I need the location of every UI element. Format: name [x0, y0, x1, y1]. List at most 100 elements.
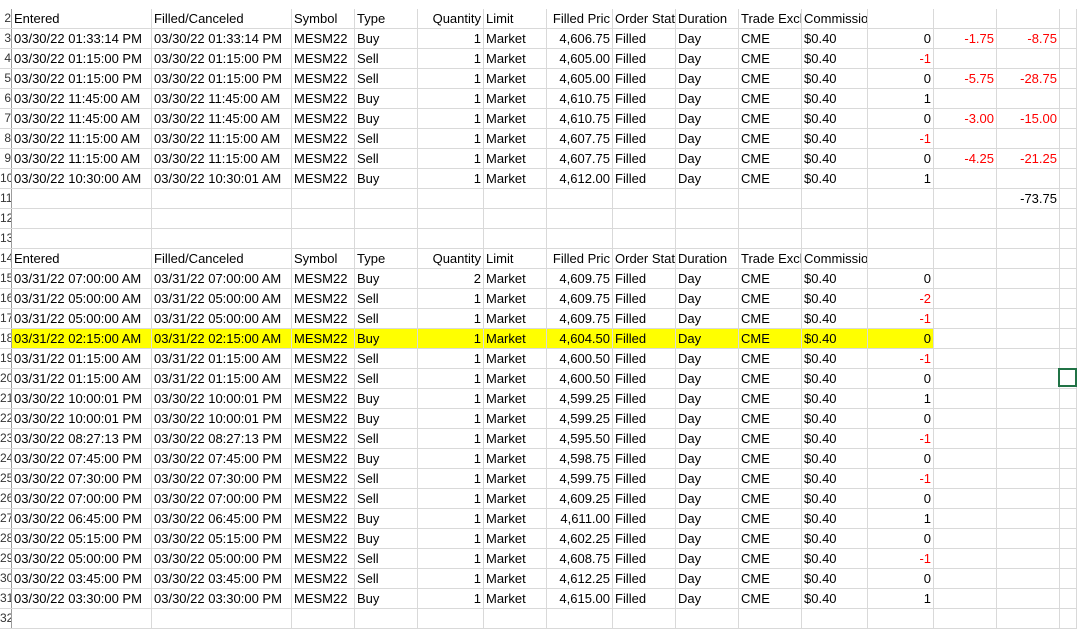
- duration-cell[interactable]: Day: [676, 89, 739, 108]
- row-number[interactable]: 23: [0, 429, 12, 448]
- duration-cell[interactable]: Day: [676, 509, 739, 528]
- comm-cell[interactable]: $0.40: [802, 169, 868, 188]
- usd-cell[interactable]: [997, 489, 1060, 508]
- type-cell[interactable]: Buy: [355, 29, 418, 48]
- duration-cell[interactable]: Day: [676, 549, 739, 568]
- exch-cell[interactable]: CME: [739, 369, 802, 388]
- comm-cell[interactable]: $0.40: [802, 569, 868, 588]
- extra-cell[interactable]: [1060, 69, 1077, 88]
- empty-cell[interactable]: [152, 229, 292, 248]
- status-cell[interactable]: Filled: [613, 149, 676, 168]
- extra-cell[interactable]: [1060, 489, 1077, 508]
- duration-cell[interactable]: Day: [676, 29, 739, 48]
- table-row[interactable]: 5 03/30/22 01:15:00 PM 03/30/22 01:15:00 P…: [0, 69, 1077, 89]
- exch-cell[interactable]: CME: [739, 389, 802, 408]
- entered-cell[interactable]: 03/30/22 01:33:14 PM: [12, 29, 152, 48]
- usd-cell[interactable]: -21.25: [997, 149, 1060, 168]
- table-row[interactable]: 2003/31/22 01:15:00 AM03/31/22 01:15:00 …: [0, 369, 1077, 389]
- duration-cell[interactable]: Day: [676, 349, 739, 368]
- empty-cell[interactable]: [739, 229, 802, 248]
- usd-cell[interactable]: [997, 549, 1060, 568]
- exch-cell[interactable]: CME: [739, 149, 802, 168]
- limit-cell[interactable]: Market: [484, 389, 547, 408]
- empty-cell[interactable]: [355, 209, 418, 228]
- limit-cell[interactable]: Market: [484, 529, 547, 548]
- status-cell[interactable]: Filled: [613, 489, 676, 508]
- usd-cell[interactable]: [997, 289, 1060, 308]
- type-cell[interactable]: Sell: [355, 369, 418, 388]
- header-pts[interactable]: [934, 9, 997, 28]
- empty-cell[interactable]: [355, 609, 418, 628]
- row-number[interactable]: 26: [0, 489, 12, 508]
- fprice-cell[interactable]: 4,609.75: [547, 269, 613, 288]
- pos-cell[interactable]: 1: [868, 169, 934, 188]
- table-row[interactable]: 3003/30/22 03:45:00 PM03/30/22 03:45:00 …: [0, 569, 1077, 589]
- header-duration[interactable]: Duration: [676, 9, 739, 28]
- pos-cell[interactable]: -1: [868, 349, 934, 368]
- pos-cell[interactable]: -1: [868, 429, 934, 448]
- exch-cell[interactable]: CME: [739, 309, 802, 328]
- comm-cell[interactable]: $0.40: [802, 69, 868, 88]
- usd-cell[interactable]: [997, 469, 1060, 488]
- header-limit[interactable]: Limit: [484, 9, 547, 28]
- row-number[interactable]: 14: [0, 249, 12, 268]
- type-cell[interactable]: Sell: [355, 49, 418, 68]
- header-type[interactable]: Type: [355, 249, 418, 268]
- duration-cell[interactable]: Day: [676, 409, 739, 428]
- duration-cell[interactable]: Day: [676, 109, 739, 128]
- exch-cell[interactable]: CME: [739, 349, 802, 368]
- entered-cell[interactable]: 03/30/22 03:45:00 PM: [12, 569, 152, 588]
- usd-cell[interactable]: [997, 349, 1060, 368]
- usd-cell[interactable]: [997, 309, 1060, 328]
- symbol-cell[interactable]: MESM22: [292, 549, 355, 568]
- pos-cell[interactable]: -1: [868, 129, 934, 148]
- duration-cell[interactable]: Day: [676, 129, 739, 148]
- empty-cell[interactable]: [613, 609, 676, 628]
- pts-cell[interactable]: [934, 469, 997, 488]
- filled-cell[interactable]: 03/30/22 01:15:00 PM: [152, 69, 292, 88]
- limit-cell[interactable]: Market: [484, 289, 547, 308]
- row-number[interactable]: 11: [0, 189, 12, 208]
- pos-cell[interactable]: 0: [868, 69, 934, 88]
- table-row[interactable]: 2303/30/22 08:27:13 PM03/30/22 08:27:13 …: [0, 429, 1077, 449]
- type-cell[interactable]: Sell: [355, 129, 418, 148]
- exch-cell[interactable]: CME: [739, 169, 802, 188]
- pos-cell[interactable]: 1: [868, 89, 934, 108]
- type-cell[interactable]: Buy: [355, 449, 418, 468]
- header-entered[interactable]: Entered: [12, 249, 152, 268]
- header-limit[interactable]: Limit: [484, 249, 547, 268]
- pts-cell[interactable]: [934, 449, 997, 468]
- pos-cell[interactable]: -1: [868, 549, 934, 568]
- limit-cell[interactable]: Market: [484, 69, 547, 88]
- type-cell[interactable]: Buy: [355, 89, 418, 108]
- limit-cell[interactable]: Market: [484, 329, 547, 348]
- qty-cell[interactable]: 1: [418, 89, 484, 108]
- header-fprice[interactable]: Filled Pric: [547, 249, 613, 268]
- table-row[interactable]: 4 03/30/22 01:15:00 PM 03/30/22 01:15:00 P…: [0, 49, 1077, 69]
- empty-cell[interactable]: [802, 229, 868, 248]
- entered-cell[interactable]: 03/31/22 01:15:00 AM: [12, 369, 152, 388]
- extra-cell[interactable]: [1060, 449, 1077, 468]
- row-number[interactable]: 24: [0, 449, 12, 468]
- entered-cell[interactable]: 03/30/22 03:30:00 PM: [12, 589, 152, 608]
- row-number[interactable]: 2: [0, 9, 12, 28]
- header-exch[interactable]: Trade Excl: [739, 249, 802, 268]
- extra-cell[interactable]: [1060, 109, 1077, 128]
- table-row[interactable]: 3 03/30/22 01:33:14 PM 03/30/22 01:33:14 P…: [0, 29, 1077, 49]
- extra-cell[interactable]: [1060, 389, 1077, 408]
- filled-cell[interactable]: 03/31/22 01:15:00 AM: [152, 369, 292, 388]
- limit-cell[interactable]: Market: [484, 149, 547, 168]
- table-row[interactable]: 6 03/30/22 11:45:00 AM 03/30/22 11:45:00 A…: [0, 89, 1077, 109]
- pos-cell[interactable]: -1: [868, 469, 934, 488]
- comm-cell[interactable]: $0.40: [802, 269, 868, 288]
- empty-cell[interactable]: [292, 609, 355, 628]
- extra-cell[interactable]: [1060, 589, 1077, 608]
- exch-cell[interactable]: CME: [739, 109, 802, 128]
- limit-cell[interactable]: Market: [484, 29, 547, 48]
- qty-cell[interactable]: 1: [418, 129, 484, 148]
- duration-cell[interactable]: Day: [676, 369, 739, 388]
- empty-row[interactable]: 13: [0, 229, 1077, 249]
- header-row[interactable]: 14EnteredFilled/CanceledSymbolTypeQuanti…: [0, 249, 1077, 269]
- symbol-cell[interactable]: MESM22: [292, 169, 355, 188]
- pts-cell[interactable]: [934, 369, 997, 388]
